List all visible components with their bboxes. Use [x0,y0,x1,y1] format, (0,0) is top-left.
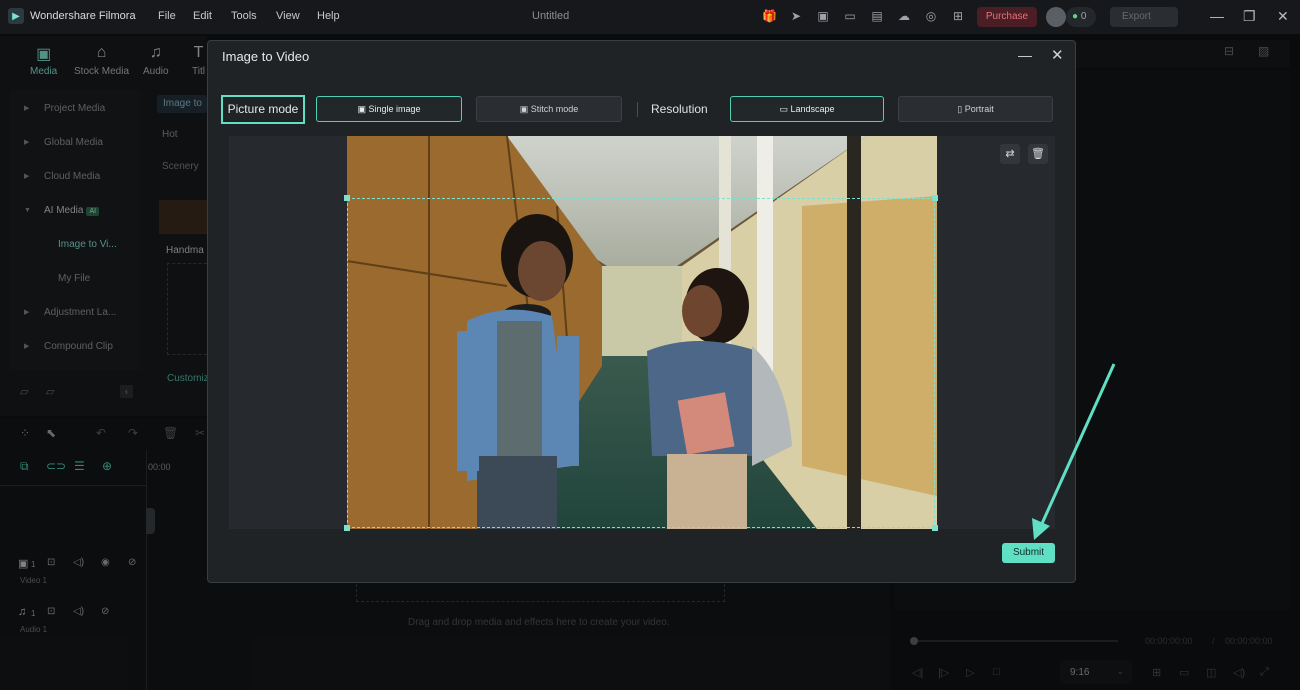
save-icon[interactable]: ▤ [870,9,884,23]
send-icon[interactable]: ➤ [789,9,803,23]
image-to-video-dialog: Image to Video — ✕ Picture mode ▣ Single… [207,40,1076,583]
app-name: Wondershare Filmora [30,10,136,22]
replace-image-icon[interactable]: ⇄ [1000,144,1020,164]
screen-icon[interactable]: ▭ [843,9,857,23]
crop-handle-tr[interactable] [932,195,938,201]
menu-tools[interactable]: Tools [231,10,257,22]
filmora-logo-icon: ▶ [8,8,24,24]
portrait-button[interactable]: ▯ Portrait [898,96,1053,122]
menu-file[interactable]: File [158,10,176,22]
stitch-icon: ▣ [519,104,529,114]
credits-count: 0 [1080,11,1087,22]
submit-button[interactable]: Submit [1002,543,1055,563]
resolution-label: Resolution [651,102,708,116]
crop-frame[interactable] [344,195,938,531]
dialog-title: Image to Video [222,49,310,64]
single-image-button[interactable]: ▣ Single image [316,96,462,122]
menu-view[interactable]: View [276,10,300,22]
landscape-label: Landscape [790,104,835,114]
minimize-dialog-icon[interactable]: — [1018,47,1032,63]
landscape-icon: ▭ [779,104,788,114]
gift-icon[interactable]: 🎁 [762,9,777,23]
landscape-button[interactable]: ▭ Landscape [730,96,884,122]
avatar[interactable] [1046,7,1066,27]
divider [637,102,638,117]
stitch-mode-label: Stitch mode [530,104,579,114]
export-button[interactable]: Export [1110,7,1178,27]
cloud-icon[interactable]: ☁ [897,9,911,23]
headset-icon[interactable]: ◎ [924,9,938,23]
single-image-label: Single image [368,104,421,114]
purchase-button[interactable]: Purchase [977,7,1037,27]
picture-mode-label: Picture mode [221,95,305,124]
credits-badge[interactable]: ● 0 [1066,7,1096,27]
grid-icon[interactable]: ⊞ [951,9,965,23]
template-icon[interactable]: ▣ [816,9,830,23]
image-icon: ▣ [357,104,366,114]
close-window-icon[interactable]: ✕ [1277,8,1289,24]
close-dialog-icon[interactable]: ✕ [1051,46,1064,64]
menu-edit[interactable]: Edit [193,10,212,22]
stitch-mode-button[interactable]: ▣ Stitch mode [476,96,622,122]
menu-help[interactable]: Help [317,10,340,22]
portrait-label: Portrait [964,104,994,114]
project-title: Untitled [532,10,570,22]
crop-handle-tl[interactable] [344,195,350,201]
crop-handle-br[interactable] [932,525,938,531]
annotation-arrow [1032,363,1116,540]
minimize-icon[interactable]: — [1210,8,1224,24]
crop-handle-bl[interactable] [344,525,350,531]
portrait-icon: ▯ [957,104,963,114]
restore-icon[interactable]: ❐ [1243,8,1256,24]
delete-image-icon[interactable]: 🗑 [1028,144,1048,164]
